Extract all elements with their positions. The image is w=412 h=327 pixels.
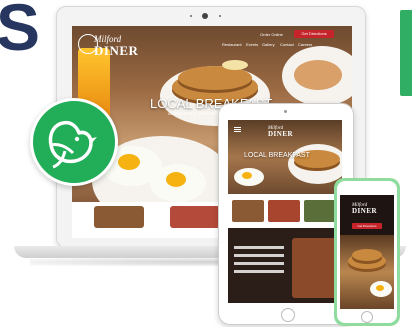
order-online-link[interactable]: Order Online <box>260 32 283 37</box>
phone-logo[interactable]: Milford DINER <box>352 203 377 215</box>
thumbnail-image[interactable] <box>232 200 264 222</box>
directions-button[interactable]: Get Directions <box>294 30 334 38</box>
form-field[interactable] <box>234 270 284 273</box>
form-field[interactable] <box>234 262 284 265</box>
nav-item-restaurant[interactable]: Restaurant <box>222 42 242 47</box>
tablet-camera <box>284 110 287 113</box>
menu-icon[interactable] <box>234 129 241 130</box>
form-field[interactable] <box>234 254 284 257</box>
thumbnail-image[interactable] <box>304 200 338 222</box>
logo-bottom-text: DINER <box>268 130 294 138</box>
butter-image <box>222 60 248 70</box>
menu-icon[interactable] <box>234 127 241 128</box>
pancake-image <box>352 249 382 261</box>
pancake-image <box>178 66 252 90</box>
site-logo[interactable]: Milford DINER <box>94 35 139 58</box>
phone-hero-image <box>340 235 394 309</box>
menu-icon[interactable] <box>234 131 241 132</box>
thumbnail-image[interactable] <box>170 206 220 228</box>
egg-yolk-image <box>166 172 186 187</box>
nav-item-events[interactable]: Events <box>246 42 258 47</box>
phone-screen: Milford DINER Get Directions <box>340 195 394 309</box>
food-image <box>292 238 338 298</box>
directions-button[interactable]: Get Directions <box>352 223 382 229</box>
corner-letter: S <box>0 0 41 64</box>
tablet-logo[interactable]: Milford DINER <box>268 126 293 138</box>
nav-item-careers[interactable]: Careers <box>298 42 312 47</box>
accent-bar <box>400 10 412 96</box>
phone-home-button[interactable] <box>361 311 373 323</box>
thumbnail-image[interactable] <box>94 206 144 228</box>
tablet-home-button[interactable] <box>281 308 295 322</box>
form-field[interactable] <box>234 246 284 249</box>
bird-badge <box>30 98 118 186</box>
egg-yolk-image <box>118 154 140 170</box>
nav-item-gallery[interactable]: Gallery <box>262 42 275 47</box>
laptop-sensor-dot <box>190 15 192 17</box>
tablet-hero-title: LOCAL BREAKFAST <box>244 152 310 159</box>
egg-yolk-image <box>242 172 252 179</box>
hashbrown-image <box>294 60 342 90</box>
laptop-camera <box>202 13 208 19</box>
bird-icon <box>48 120 97 169</box>
laptop-sensor-dot <box>219 15 221 17</box>
egg-yolk-image <box>376 285 384 291</box>
nav-item-contact[interactable]: Contact <box>280 42 294 47</box>
logo-bottom-text: DINER <box>94 43 139 58</box>
logo-bottom-text: DINER <box>352 207 378 215</box>
thumbnail-image[interactable] <box>268 200 300 222</box>
tablet-screen: Milford DINER LOCAL BREAKFAST <box>228 120 342 303</box>
